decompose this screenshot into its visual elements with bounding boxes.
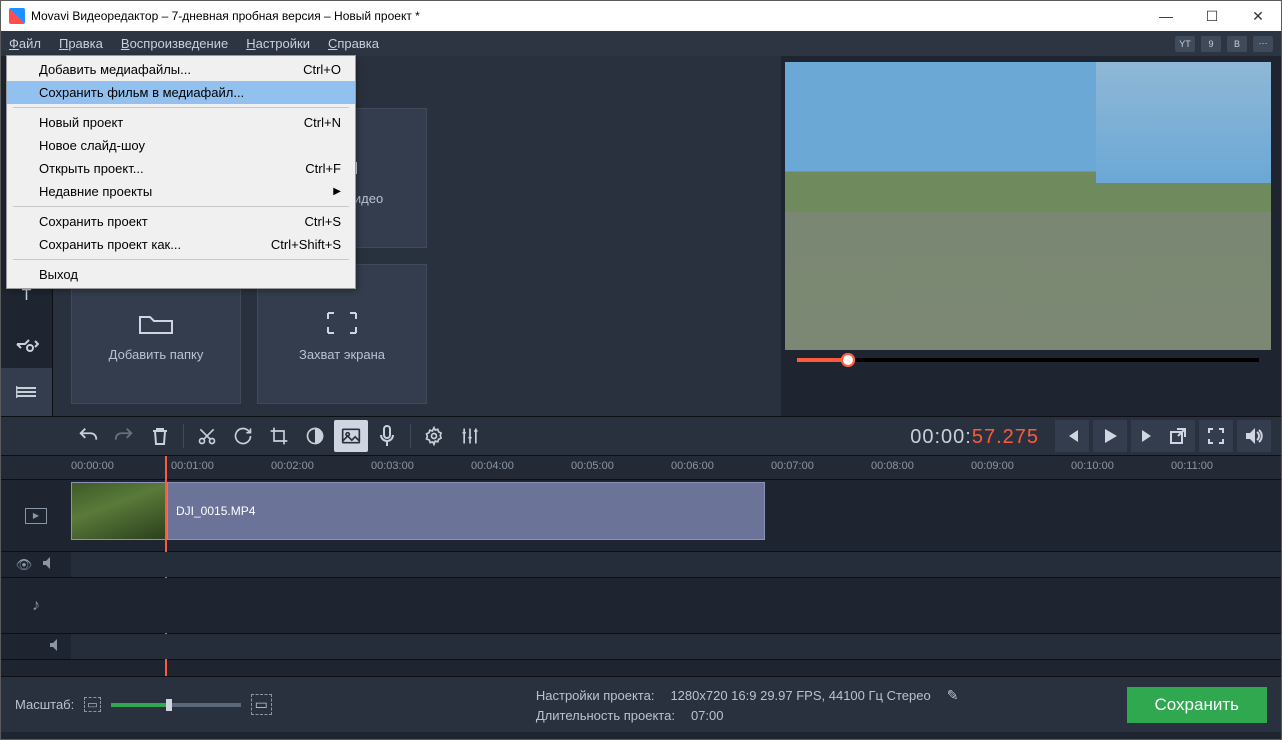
film-icon-large: ▭ [251, 694, 272, 715]
project-settings-value: 1280x720 16:9 29.97 FPS, 44100 Гц Стерео [670, 688, 930, 703]
menu-item[interactable]: Открыть проект...Ctrl+F [7, 157, 355, 180]
clip-thumbnail [72, 483, 168, 539]
menu-item[interactable]: Новый проектCtrl+N [7, 111, 355, 134]
undo-button[interactable] [71, 420, 105, 452]
social-more-icon[interactable]: ⋯ [1253, 36, 1273, 52]
editor-toolbar: 00:00:57.275 [1, 416, 1281, 456]
menu-item[interactable]: Сохранить проект как...Ctrl+Shift+S [7, 233, 355, 256]
microphone-button[interactable] [370, 420, 404, 452]
next-frame-button[interactable] [1131, 420, 1165, 452]
menu-settings[interactable]: Настройки [246, 33, 310, 54]
equalizer-button[interactable] [453, 420, 487, 452]
zoom-slider[interactable] [111, 703, 241, 707]
volume-button[interactable] [1237, 420, 1271, 452]
ruler-tick: 00:01:00 [171, 460, 214, 472]
pencil-icon[interactable]: ✎ [947, 687, 959, 704]
video-track-controls: 👁 [1, 552, 1281, 578]
menubar: Файл Правка Воспроизведение Настройки Сп… [1, 31, 1281, 56]
delete-button[interactable] [143, 420, 177, 452]
menu-item[interactable]: Новое слайд-шоу [7, 134, 355, 157]
settings-gear-button[interactable] [417, 420, 451, 452]
rotate-button[interactable] [226, 420, 260, 452]
sidebar-more-icon[interactable] [1, 368, 52, 416]
redo-button[interactable] [107, 420, 141, 452]
zoom-label: Масштаб: [15, 697, 74, 712]
ruler-tick: 00:00:00 [71, 460, 114, 472]
preview-seekbar[interactable] [785, 350, 1271, 370]
ruler-tick: 00:06:00 [671, 460, 714, 472]
cut-button[interactable] [190, 420, 224, 452]
save-button[interactable]: Сохранить [1127, 687, 1267, 723]
window-title: Movavi Видеоредактор – 7-дневная пробная… [31, 9, 1143, 23]
audio-mute-icon[interactable] [49, 638, 63, 656]
zoom-thumb[interactable] [166, 699, 172, 711]
visibility-icon[interactable]: 👁 [16, 557, 33, 573]
mute-icon[interactable] [42, 556, 56, 574]
project-duration-value: 07:00 [691, 708, 724, 723]
status-bar: Масштаб: ▭ ▭ Настройки проекта: 1280x720… [1, 676, 1281, 732]
fullscreen-button[interactable] [1199, 420, 1233, 452]
ruler-tick: 00:04:00 [471, 460, 514, 472]
sidebar-transitions-icon[interactable] [1, 320, 52, 368]
image-properties-button[interactable] [334, 420, 368, 452]
app-icon [9, 8, 25, 24]
preview-video[interactable] [785, 62, 1271, 350]
audio-track-controls [1, 634, 1281, 660]
crop-button[interactable] [262, 420, 296, 452]
seek-thumb[interactable] [841, 353, 855, 367]
folder-icon [136, 307, 176, 339]
titlebar: Movavi Видеоредактор – 7-дневная пробная… [1, 1, 1281, 31]
music-note-icon: ♪ [32, 597, 40, 615]
menu-item[interactable]: Выход [7, 263, 355, 286]
ruler-tick: 00:02:00 [271, 460, 314, 472]
menu-item[interactable]: Добавить медиафайлы...Ctrl+O [7, 58, 355, 81]
timeline-clip[interactable]: DJI_0015.MP4 [71, 482, 765, 540]
social-vk-icon[interactable]: B [1227, 36, 1247, 52]
minimize-button[interactable]: — [1143, 1, 1189, 31]
menu-file[interactable]: Файл [9, 33, 41, 54]
audio-track: ♪ [1, 578, 1281, 634]
ruler-tick: 00:07:00 [771, 460, 814, 472]
maximize-button[interactable]: ☐ [1189, 1, 1235, 31]
menu-help[interactable]: Справка [328, 33, 379, 54]
social-ok-icon[interactable]: 9 [1201, 36, 1221, 52]
popout-button[interactable] [1161, 420, 1195, 452]
menu-item[interactable]: Недавние проекты▶ [7, 180, 355, 203]
ruler-tick: 00:09:00 [971, 460, 1014, 472]
menu-item[interactable]: Сохранить проектCtrl+S [7, 210, 355, 233]
prev-frame-button[interactable] [1055, 420, 1089, 452]
play-button[interactable] [1093, 420, 1127, 452]
ruler-tick: 00:10:00 [1071, 460, 1114, 472]
timeline: ▶ DJI_0015.MP4 👁 ♪ [1, 480, 1281, 676]
project-settings-label: Настройки проекта: [536, 688, 655, 703]
menu-edit[interactable]: Правка [59, 33, 103, 54]
clip-label: DJI_0015.MP4 [176, 504, 255, 518]
timecode: 00:00:57.275 [910, 424, 1055, 449]
file-dropdown: Добавить медиафайлы...Ctrl+OСохранить фи… [6, 55, 356, 289]
film-icon-small: ▭ [84, 697, 100, 712]
video-track-icon: ▶ [25, 508, 47, 524]
menu-playback[interactable]: Воспроизведение [121, 33, 228, 54]
time-ruler[interactable]: 00:00:00 00:01:00 00:02:00 00:03:00 00:04:00… [1, 456, 1281, 480]
video-track: ▶ DJI_0015.MP4 [1, 480, 1281, 552]
ruler-tick: 00:11:00 [1171, 460, 1213, 472]
capture-icon [322, 307, 362, 339]
ruler-tick: 00:03:00 [371, 460, 414, 472]
project-duration-label: Длительность проекта: [536, 708, 675, 723]
close-button[interactable]: ✕ [1235, 1, 1281, 31]
preview-panel [781, 56, 1281, 416]
social-youtube-icon[interactable]: YT [1175, 36, 1195, 52]
color-adjust-button[interactable] [298, 420, 332, 452]
ruler-tick: 00:08:00 [871, 460, 914, 472]
menu-item[interactable]: Сохранить фильм в медиафайл... [7, 81, 355, 104]
ruler-tick: 00:05:00 [571, 460, 614, 472]
